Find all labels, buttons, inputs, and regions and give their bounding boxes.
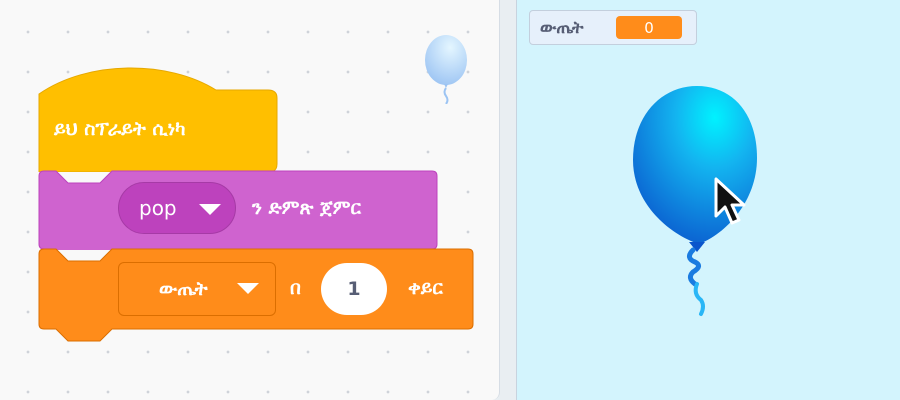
monitor-value: 0 [616, 16, 682, 39]
sound-dropdown[interactable]: pop [118, 182, 236, 234]
sound-block-shape [38, 170, 438, 250]
variable-monitor[interactable]: ውጤት 0 [529, 10, 697, 45]
dropdown-caret-icon [199, 204, 221, 215]
by-label: በ [290, 277, 301, 299]
pane-gutter [500, 0, 516, 400]
variable-dropdown[interactable]: ውጤት [118, 262, 276, 316]
code-area[interactable]: ይህ ስፕራይት ሲነካ pop ን ድምጽ ጀምር ውጤት በ 1 ቀይር [0, 0, 500, 400]
when-sprite-clicked-block[interactable]: ይህ ስፕራይት ሲነካ [38, 66, 278, 172]
dropdown-caret-icon [237, 283, 259, 294]
sound-block-label: ን ድምጽ ጀምር [252, 197, 362, 219]
change-label: ቀይር [408, 277, 443, 299]
variable-dropdown-label: ውጤት [159, 278, 208, 300]
monitor-label: ውጤት [540, 17, 584, 38]
change-variable-block[interactable]: ውጤት በ 1 ቀይር [38, 248, 474, 344]
sprite-thumbnail-balloon-icon [425, 35, 467, 104]
change-amount-input[interactable]: 1 [321, 263, 387, 315]
hat-block-label: ይህ ስፕራይት ሲነካ [54, 118, 186, 140]
sound-dropdown-value: pop [139, 196, 177, 220]
stage[interactable]: ውጤት 0 [516, 0, 900, 400]
start-sound-block[interactable]: pop ን ድምጽ ጀምር [38, 170, 438, 250]
mouse-cursor-icon [714, 177, 746, 225]
